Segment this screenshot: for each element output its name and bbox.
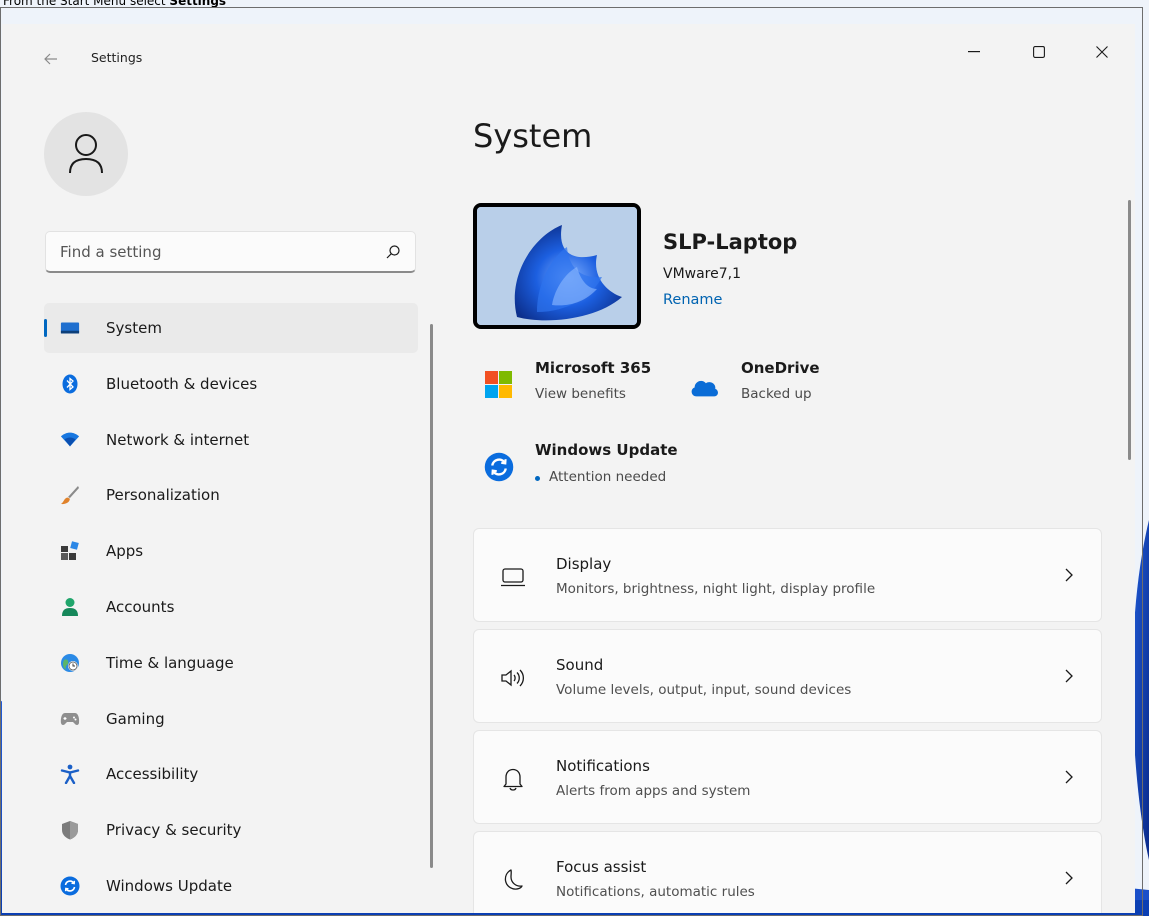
notifications-card-subtitle: Alerts from apps and system (556, 783, 751, 799)
bell-icon (499, 765, 527, 793)
sidebar-item-label: Personalization (106, 486, 220, 505)
page-title: System (473, 117, 593, 155)
chevron-right-icon (1065, 871, 1073, 885)
onedrive-title: OneDrive (741, 359, 820, 377)
focus-assist-card-title: Focus assist (556, 858, 647, 876)
sidebar-item-network[interactable]: Network & internet (44, 415, 418, 465)
close-icon (1096, 46, 1108, 58)
arrow-left-icon (44, 53, 57, 65)
minimize-button[interactable] (951, 34, 997, 70)
user-icon (69, 134, 103, 174)
onedrive-cloud-icon (691, 380, 718, 397)
main-scrollbar[interactable] (1128, 200, 1131, 460)
sidebar-item-label: Time & language (106, 653, 234, 672)
device-model: VMware7,1 (663, 266, 742, 282)
sidebar-scrollbar[interactable] (430, 324, 433, 868)
sidebar-nav: System Bluetooth & devices Network & int… (44, 303, 418, 913)
gamepad-icon (60, 709, 80, 729)
display-icon (499, 563, 527, 591)
chevron-right-icon (1065, 669, 1073, 683)
windows-update-title: Windows Update (535, 441, 678, 459)
windows-update-icon (60, 876, 80, 896)
focus-assist-card-subtitle: Notifications, automatic rules (556, 884, 755, 900)
maximize-button[interactable] (1016, 34, 1062, 70)
settings-window: Settings Find a setting System Bluetooth… (2, 24, 1135, 913)
shield-icon (60, 820, 80, 840)
bluetooth-icon (60, 374, 80, 394)
device-wallpaper-thumbnail (473, 203, 641, 329)
sidebar-item-label: Accessibility (106, 765, 199, 784)
moon-icon (499, 866, 527, 894)
sidebar-item-label: Bluetooth & devices (106, 374, 258, 393)
display-card[interactable]: Display Monitors, brightness, night ligh… (473, 528, 1102, 622)
active-indicator (44, 319, 47, 337)
sidebar-item-accessibility[interactable]: Accessibility (44, 749, 418, 799)
sidebar-item-label: Gaming (106, 709, 165, 728)
search-box[interactable] (45, 231, 416, 273)
sidebar-item-windows-update[interactable]: Windows Update (44, 861, 418, 911)
sidebar-item-label: Accounts (106, 597, 175, 616)
windows-update-icon (484, 452, 514, 482)
search-input[interactable] (60, 241, 360, 263)
sidebar-item-gaming[interactable]: Gaming (44, 694, 418, 744)
microsoft365-title: Microsoft 365 (535, 359, 652, 377)
sidebar-item-label: Windows Update (106, 876, 233, 895)
close-button[interactable] (1079, 34, 1125, 70)
windows-update-tile[interactable]: Windows Update Attention needed (473, 439, 713, 495)
onedrive-tile[interactable]: OneDrive Backed up (685, 356, 865, 412)
sidebar-item-system[interactable]: System (44, 303, 418, 353)
chevron-right-icon (1065, 568, 1073, 582)
display-card-title: Display (556, 555, 612, 573)
sound-card-subtitle: Volume levels, output, input, sound devi… (556, 682, 852, 698)
sidebar-item-label: Apps (106, 542, 144, 561)
avatar[interactable] (44, 112, 128, 196)
maximize-icon (1033, 46, 1045, 58)
sidebar-item-accounts[interactable]: Accounts (44, 582, 418, 632)
sound-card[interactable]: Sound Volume levels, output, input, soun… (473, 629, 1102, 723)
back-button[interactable] (38, 46, 64, 72)
search-icon[interactable] (385, 244, 401, 260)
sidebar-item-label: System (106, 319, 162, 337)
sidebar-item-label: Privacy & security (106, 821, 242, 840)
app-title: Settings (91, 50, 143, 65)
apps-icon (60, 541, 80, 561)
accounts-icon (60, 597, 80, 617)
microsoft365-subtitle: View benefits (535, 386, 626, 402)
microsoft365-tile[interactable]: Microsoft 365 View benefits (473, 356, 673, 412)
sidebar-item-label: Network & internet (106, 430, 250, 449)
speaker-icon (499, 664, 527, 692)
rename-link[interactable]: Rename (663, 292, 722, 308)
display-card-subtitle: Monitors, brightness, night light, displ… (556, 581, 876, 597)
windows-update-status: Attention needed (549, 469, 667, 485)
microsoft-logo-icon (485, 371, 512, 398)
wifi-icon (60, 430, 80, 450)
device-name: SLP-Laptop (663, 230, 798, 254)
screenshot-frame: Settings Find a setting System Bluetooth… (0, 7, 1143, 916)
sidebar-item-bluetooth[interactable]: Bluetooth & devices (44, 359, 418, 409)
sidebar-item-personalization[interactable]: Personalization (44, 470, 418, 520)
sidebar-item-time-language[interactable]: Time & language (44, 638, 418, 688)
system-icon (60, 318, 80, 338)
chevron-right-icon (1065, 770, 1073, 784)
brush-icon (60, 485, 80, 505)
minimize-icon (968, 51, 980, 53)
onedrive-subtitle: Backed up (741, 386, 812, 402)
sound-card-title: Sound (556, 656, 604, 674)
globe-clock-icon (60, 653, 80, 673)
attention-dot (535, 476, 540, 481)
focus-assist-card[interactable]: Focus assist Notifications, automatic ru… (473, 831, 1102, 913)
notifications-card[interactable]: Notifications Alerts from apps and syste… (473, 730, 1102, 824)
sidebar-item-apps[interactable]: Apps (44, 526, 418, 576)
notifications-card-title: Notifications (556, 757, 650, 775)
sidebar-item-privacy-security[interactable]: Privacy & security (44, 805, 418, 855)
accessibility-icon (60, 764, 80, 785)
settings-card-list: Display Monitors, brightness, night ligh… (473, 528, 1102, 913)
